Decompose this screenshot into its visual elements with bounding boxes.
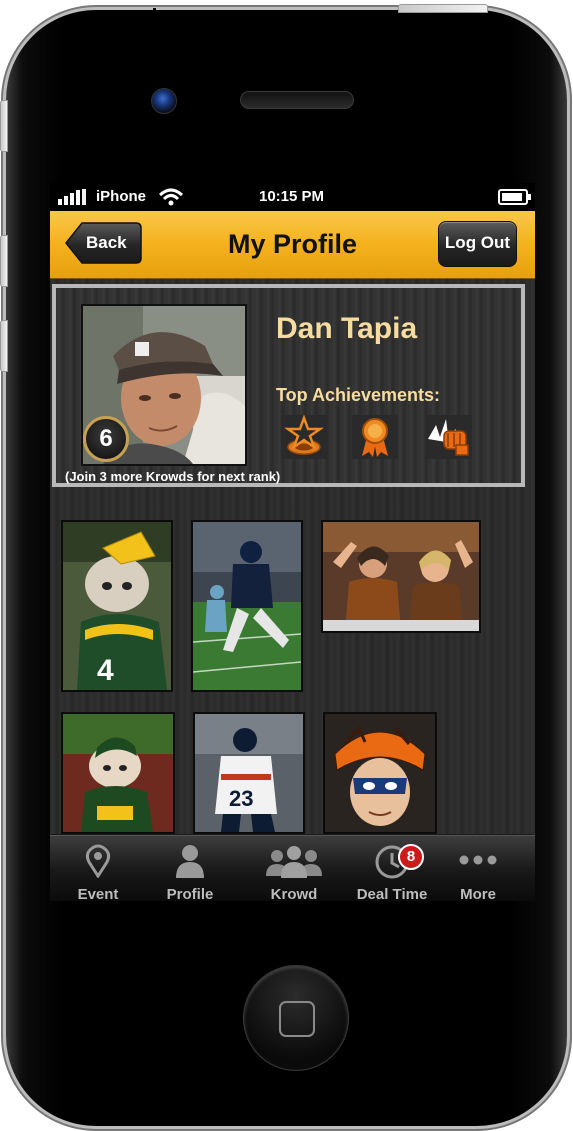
earpiece-speaker <box>240 91 354 109</box>
photo-thumbnail[interactable] <box>321 520 481 633</box>
svg-text:4: 4 <box>97 654 114 687</box>
rank-badge: 6 <box>83 416 129 462</box>
fist-bump-icon[interactable] <box>426 415 472 459</box>
tab-label: Profile <box>166 886 214 901</box>
tab-deal-time[interactable]: 8 Deal Time <box>350 836 434 901</box>
profile-content: 6 Dan Tapia Top Achievements: (Join 3 mo… <box>50 279 535 834</box>
photo-thumbnail[interactable] <box>61 712 175 834</box>
front-camera <box>151 88 177 114</box>
achievements-label: Top Achievements: <box>276 385 441 405</box>
location-pin-icon <box>85 844 111 878</box>
wifi-icon <box>158 188 184 206</box>
rank-hint-text: (Join 3 more Krowds for next rank) <box>65 469 281 484</box>
photo-thumbnail[interactable] <box>323 712 437 834</box>
ribbon-award-icon[interactable] <box>352 415 398 459</box>
more-dots-icon <box>459 855 497 865</box>
tab-label: More <box>460 886 496 901</box>
home-button[interactable] <box>243 965 349 1071</box>
nav-bar: Back My Profile Log Out <box>50 211 535 279</box>
photo-thumbnail[interactable] <box>191 520 303 692</box>
power-button[interactable] <box>398 4 488 13</box>
profile-card: 6 Dan Tapia Top Achievements: (Join 3 mo… <box>52 284 525 487</box>
notification-badge: 8 <box>398 844 424 870</box>
tab-label: Deal Time <box>356 886 428 901</box>
battery-icon <box>498 189 531 205</box>
star-badge-icon[interactable] <box>281 414 327 459</box>
tab-bar: Event Profile Krowd 8 Deal Time More <box>50 835 535 901</box>
photo-thumbnail[interactable]: 23 <box>193 712 305 834</box>
volume-down-button[interactable] <box>0 320 8 372</box>
tab-more[interactable]: More <box>446 836 510 901</box>
svg-text:23: 23 <box>229 786 253 811</box>
photo-thumbnail[interactable]: 4 <box>61 520 173 692</box>
volume-up-button[interactable] <box>0 235 8 287</box>
person-icon <box>176 845 204 878</box>
signal-icon <box>58 189 88 205</box>
status-bar: iPhone 10:15 PM <box>50 183 535 211</box>
mute-switch[interactable] <box>0 100 8 152</box>
tab-label: Event <box>77 886 119 901</box>
home-square-icon <box>279 1001 315 1037</box>
screen: iPhone 10:15 PM Back My Profile Log Out <box>50 183 535 901</box>
group-icon <box>266 846 322 878</box>
user-name: Dan Tapia <box>276 312 418 345</box>
tab-krowd[interactable]: Krowd <box>254 836 334 901</box>
logout-button[interactable]: Log Out <box>438 221 517 267</box>
frame-tick <box>153 8 156 18</box>
carrier-label: iPhone <box>96 188 147 205</box>
tab-profile[interactable]: Profile <box>150 836 230 901</box>
tab-label: Krowd <box>270 886 318 901</box>
status-time: 10:15 PM <box>259 188 325 205</box>
tab-event[interactable]: Event <box>60 836 136 901</box>
